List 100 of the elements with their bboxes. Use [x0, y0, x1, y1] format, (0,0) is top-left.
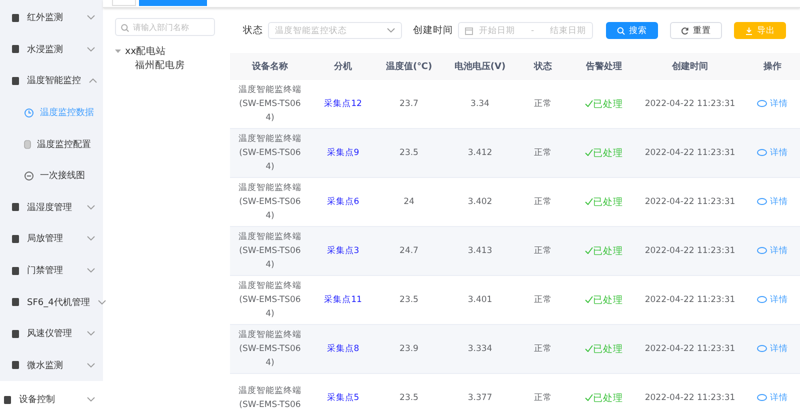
point-link[interactable]: 采集点9 — [326, 148, 360, 158]
square-icon — [12, 14, 19, 22]
sidebar-item[interactable]: SF6_4代机管理 — [0, 286, 103, 318]
sidebar-item[interactable]: 设备控制 — [0, 384, 103, 415]
status-text: 正常 — [534, 99, 552, 109]
point-link[interactable]: 采集点8 — [326, 344, 360, 354]
sidebar-item[interactable]: 红外监测 — [0, 2, 103, 34]
point-link[interactable]: 采集点6 — [326, 197, 360, 207]
temperature-value: 24 — [404, 197, 414, 207]
square-icon — [12, 361, 19, 370]
device-name: 温度智能监终端(SW-EMS-TS06 — [238, 384, 302, 412]
column-header: 创建时间 — [640, 53, 740, 80]
square-icon — [12, 266, 19, 275]
square-icon — [12, 203, 19, 212]
tab[interactable] — [139, 0, 207, 6]
search-field[interactable]: 请输入部门名称 — [115, 18, 215, 36]
status-text: 正常 — [534, 148, 552, 158]
sidebar-item[interactable]: 温度智能监控 — [0, 65, 103, 97]
created-time: 2022-04-22 11:23:31 — [644, 295, 736, 305]
eye-icon — [757, 149, 767, 156]
column-header: 操作 — [740, 53, 800, 80]
column-header: 温度值(℃) — [376, 53, 442, 80]
check-icon — [585, 394, 593, 400]
device-name: 温度智能监终端(SW-EMS-TS064) — [238, 328, 302, 370]
temperature-value: 23.7 — [400, 99, 418, 109]
temperature-value: 23.5 — [400, 295, 418, 305]
column-header: 分机 — [310, 53, 376, 80]
created-time: 2022-04-22 11:23:31 — [644, 99, 736, 109]
voltage-value: 3.34 — [470, 99, 490, 109]
status-text: 正常 — [534, 246, 552, 256]
created-time: 2022-04-22 11:23:31 — [644, 148, 736, 158]
status-text: 正常 — [534, 344, 552, 354]
check-icon — [585, 148, 593, 156]
alarm-status: 已处理 — [585, 246, 623, 256]
created-time: 2022-04-22 11:23:31 — [644, 393, 736, 403]
circle-icon — [24, 170, 34, 181]
column-header: 电池电压(V) — [442, 53, 518, 80]
voltage-value: 3.401 — [468, 295, 492, 305]
check-icon — [585, 344, 593, 352]
cylinder-icon — [24, 140, 31, 149]
alarm-status: 已处理 — [585, 98, 623, 110]
alarm-status: 已处理 — [585, 148, 623, 158]
check-icon — [585, 296, 593, 302]
column-header: 状态 — [518, 53, 568, 80]
column-header: 设备名称 — [230, 53, 310, 80]
alarm-status: 已处理 — [585, 392, 623, 404]
temperature-value: 23.9 — [400, 344, 418, 354]
sidebar-item[interactable]: 门禁管理 — [0, 254, 103, 286]
alarm-status: 已处理 — [585, 196, 623, 208]
alarm-status: 已处理 — [585, 294, 623, 306]
status-text: 正常 — [534, 393, 552, 403]
chevron-down-icon — [387, 28, 395, 33]
temperature-value: 24.7 — [400, 246, 418, 256]
tree-node[interactable]: 福州配电房 — [115, 58, 215, 72]
refresh-icon — [681, 26, 689, 34]
point-link[interactable]: 采集点11 — [324, 295, 362, 305]
voltage-value: 3.402 — [468, 197, 492, 207]
eye-icon — [757, 247, 767, 254]
column-header: 告警处理 — [568, 53, 640, 80]
voltage-value: 3.334 — [468, 344, 492, 354]
square-icon — [12, 45, 19, 54]
device-name: 温度智能监终端(SW-EMS-TS064) — [238, 182, 302, 223]
square-icon — [12, 298, 19, 306]
eye-icon — [757, 345, 767, 352]
created-time: 2022-04-22 11:23:31 — [644, 197, 736, 207]
sidebar-subitem[interactable]: 温度监控配置 — [0, 128, 103, 160]
status-text: 正常 — [534, 295, 552, 305]
calendar-icon — [465, 26, 473, 34]
status-text: 正常 — [534, 197, 552, 207]
square-icon — [12, 234, 19, 243]
created-time: 2022-04-22 11:23:31 — [644, 246, 736, 256]
eye-icon — [757, 198, 767, 206]
check-icon — [585, 198, 593, 204]
temperature-value: 23.5 — [400, 393, 418, 403]
sidebar-item[interactable]: 水浸监测 — [0, 34, 103, 66]
point-link[interactable]: 采集点5 — [326, 393, 360, 403]
search-icon — [617, 26, 625, 34]
sidebar-subitem[interactable]: 一次接线图 — [0, 160, 103, 192]
voltage-value: 3.412 — [468, 148, 492, 158]
square-icon — [12, 330, 19, 338]
voltage-value: 3.413 — [468, 246, 492, 256]
voltage-value: 3.377 — [468, 393, 492, 403]
clock-icon — [24, 108, 34, 118]
sidebar-item[interactable]: 微水监测 — [0, 350, 103, 382]
tree-node[interactable]: xx配电站 — [115, 44, 215, 58]
date-label: 创建时间 — [413, 24, 453, 37]
device-name: 温度智能监终端(SW-EMS-TS064) — [238, 132, 302, 174]
temperature-value: 23.5 — [400, 148, 418, 158]
alarm-status: 已处理 — [585, 344, 623, 354]
eye-icon — [757, 100, 767, 108]
check-icon — [585, 246, 593, 254]
sidebar-item[interactable]: 温湿度管理 — [0, 192, 103, 224]
download-icon — [745, 26, 753, 34]
square-icon — [4, 396, 11, 404]
point-link[interactable]: 采集点12 — [324, 99, 362, 109]
sidebar-item[interactable]: 局放管理 — [0, 223, 103, 255]
sidebar-item[interactable]: 风速仪管理 — [0, 318, 103, 350]
reset-button[interactable]: 重置 — [670, 22, 722, 39]
device-name: 温度智能监终端(SW-EMS-TS064) — [238, 84, 302, 125]
point-link[interactable]: 采集点3 — [326, 246, 360, 256]
